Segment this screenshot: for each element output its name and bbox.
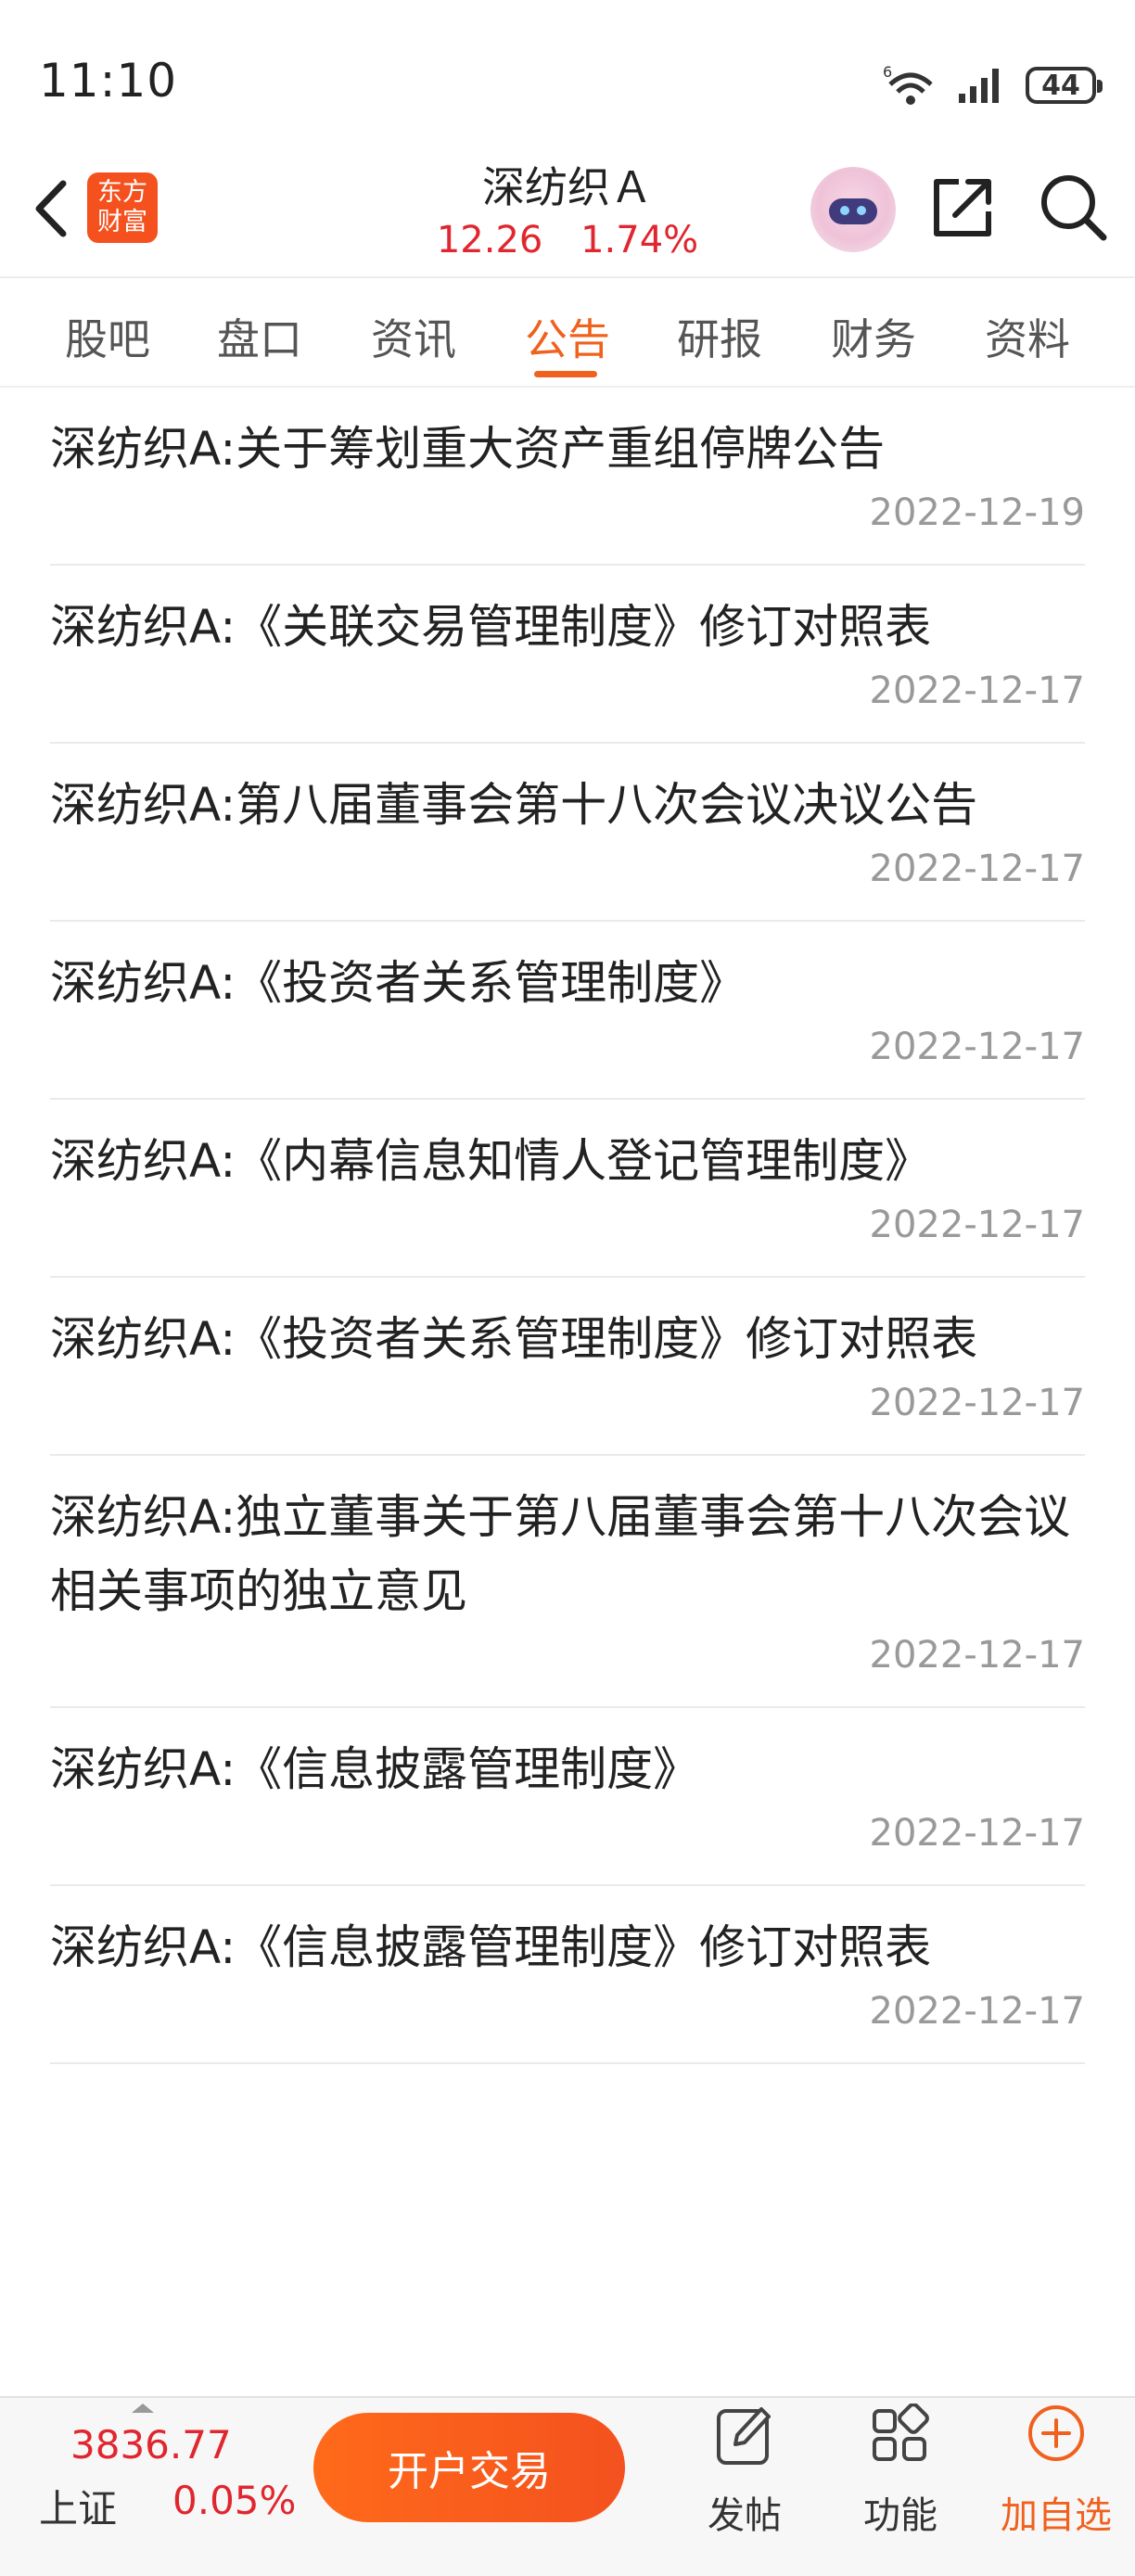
tab-profile[interactable]: 资料 bbox=[972, 306, 1083, 367]
signal-icon bbox=[959, 69, 999, 103]
robot-assistant-icon[interactable] bbox=[810, 167, 896, 252]
grid-icon bbox=[873, 2404, 929, 2461]
index-change[interactable]: 0.05% bbox=[172, 2478, 296, 2523]
list-item[interactable]: 深纺织A:《信息披露管理制度》修订对照表 2022-12-17 bbox=[50, 1886, 1085, 2064]
tab-news[interactable]: 资讯 bbox=[358, 306, 469, 367]
status-icons: 6 44 bbox=[883, 57, 1103, 113]
index-name[interactable]: 上证 bbox=[39, 2478, 117, 2534]
list-item[interactable]: 深纺织A:关于筹划重大资产重组停牌公告 2022-12-19 bbox=[50, 388, 1085, 566]
tab-pankou[interactable]: 盘口 bbox=[204, 306, 315, 367]
battery-level: 44 bbox=[1041, 69, 1080, 102]
announcement-title: 深纺织A:《信息披露管理制度》修订对照表 bbox=[50, 1920, 932, 1974]
announcement-title: 深纺织A:第八届董事会第十八次会议决议公告 bbox=[50, 778, 978, 832]
list-item[interactable]: 深纺织A:《关联交易管理制度》修订对照表 2022-12-17 bbox=[50, 566, 1085, 744]
announcement-date: 2022-12-17 bbox=[869, 1204, 1085, 1246]
network-label: 6 bbox=[883, 64, 892, 81]
add-favorite-label: 加自选 bbox=[1001, 2494, 1112, 2537]
announcement-title: 深纺织A:关于筹划重大资产重组停牌公告 bbox=[50, 422, 886, 476]
wifi-icon: 6 bbox=[883, 64, 933, 105]
status-bar: 11:10 6 44 bbox=[0, 0, 1135, 162]
list-item[interactable]: 深纺织A:《内幕信息知情人登记管理制度》 2022-12-17 bbox=[50, 1100, 1085, 1278]
announcement-date: 2022-12-17 bbox=[869, 1382, 1085, 1424]
tab-finance[interactable]: 财务 bbox=[818, 306, 929, 367]
announcement-date: 2022-12-17 bbox=[869, 1026, 1085, 1068]
open-account-button[interactable]: 开户交易 bbox=[313, 2413, 625, 2522]
announcement-title: 深纺织A:《信息披露管理制度》 bbox=[50, 1742, 700, 1796]
tab-announcements[interactable]: 公告 bbox=[512, 306, 623, 367]
announcement-title: 深纺织A:《关联交易管理制度》修订对照表 bbox=[50, 600, 932, 654]
announcement-date: 2022-12-19 bbox=[869, 491, 1085, 534]
announcement-title: 深纺织A:独立董事关于第八届董事会第十八次会议相关事项的独立意见 bbox=[50, 1490, 1071, 1618]
edit-icon bbox=[717, 2407, 771, 2465]
list-item[interactable]: 深纺织A:《投资者关系管理制度》 2022-12-17 bbox=[50, 922, 1085, 1100]
post-label: 发帖 bbox=[708, 2494, 782, 2537]
announcement-title: 深纺织A:《投资者关系管理制度》修订对照表 bbox=[50, 1312, 978, 1366]
list-item[interactable]: 深纺织A:《信息披露管理制度》 2022-12-17 bbox=[50, 1708, 1085, 1886]
announcement-date: 2022-12-17 bbox=[869, 1812, 1085, 1855]
open-account-label: 开户交易 bbox=[388, 2448, 551, 2495]
plus-circle-icon bbox=[1028, 2405, 1084, 2461]
announcement-title: 深纺织A:《投资者关系管理制度》 bbox=[50, 956, 746, 1010]
announcement-title: 深纺织A:《内幕信息知情人登记管理制度》 bbox=[50, 1134, 932, 1188]
active-tab-indicator bbox=[534, 371, 597, 377]
list-item[interactable]: 深纺织A:第八届董事会第十八次会议决议公告 2022-12-17 bbox=[50, 744, 1085, 922]
functions-label: 功能 bbox=[863, 2494, 937, 2537]
tab-research[interactable]: 研报 bbox=[664, 306, 775, 367]
list-item[interactable]: 深纺织A:《投资者关系管理制度》修订对照表 2022-12-17 bbox=[50, 1278, 1085, 1456]
stock-price: 12.26 bbox=[436, 219, 543, 261]
list-item[interactable]: 深纺织A:独立董事关于第八届董事会第十八次会议相关事项的独立意见 2022-12… bbox=[50, 1456, 1085, 1708]
tab-guba[interactable]: 股吧 bbox=[52, 306, 163, 367]
announcement-date: 2022-12-17 bbox=[869, 670, 1085, 712]
announcement-list: 深纺织A:关于筹划重大资产重组停牌公告 2022-12-19 深纺织A:《关联交… bbox=[50, 388, 1085, 2064]
index-expand-icon[interactable] bbox=[132, 2404, 154, 2413]
search-icon[interactable] bbox=[1037, 171, 1111, 245]
announcement-date: 2022-12-17 bbox=[869, 1634, 1085, 1677]
index-value[interactable]: 3836.77 bbox=[70, 2422, 232, 2468]
stock-change-pct: 1.74% bbox=[580, 219, 699, 261]
announcement-date: 2022-12-17 bbox=[869, 1990, 1085, 2033]
announcement-date: 2022-12-17 bbox=[869, 848, 1085, 890]
battery-icon: 44 bbox=[1026, 67, 1103, 104]
status-time: 11:10 bbox=[39, 54, 178, 108]
share-icon[interactable] bbox=[927, 172, 998, 243]
